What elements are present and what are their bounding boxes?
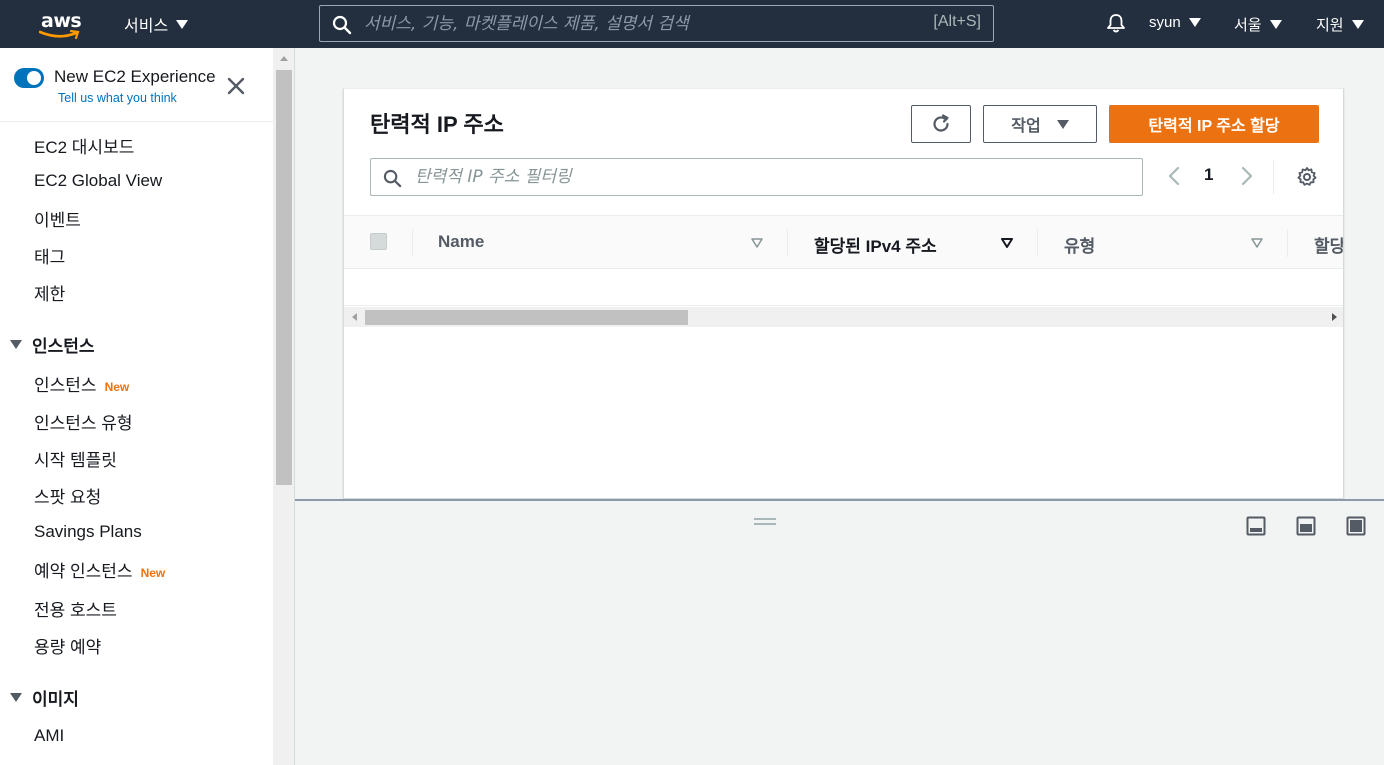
chevron-down-icon (1269, 20, 1282, 29)
page-number[interactable]: 1 (1204, 165, 1213, 185)
chevron-right-icon[interactable] (1239, 165, 1255, 187)
bottom-pane-icon[interactable] (1246, 516, 1266, 536)
table-horizontal-scrollbar[interactable] (344, 307, 1343, 327)
sidebar-section-images[interactable]: 이미지 (10, 685, 79, 710)
split-pane-divider (295, 499, 1384, 501)
sidebar-item-global-view[interactable]: EC2 Global View (34, 171, 162, 191)
column-divider (412, 229, 413, 257)
new-experience-title: New EC2 Experience (54, 67, 216, 86)
aws-logo[interactable]: aws (38, 9, 84, 41)
full-pane-icon[interactable] (1346, 516, 1366, 536)
sidebar-item-instance-types[interactable]: 인스턴스 유형 (34, 409, 133, 434)
top-navigation: aws 서비스 [Alt+S] syun 서울 지원 (0, 0, 1384, 48)
search-icon (332, 15, 352, 35)
chevron-down-icon (1056, 119, 1069, 129)
region-menu[interactable]: 서울 (1234, 14, 1282, 35)
services-menu[interactable]: 서비스 (124, 12, 189, 36)
close-icon[interactable] (226, 76, 246, 96)
new-experience-banner: New EC2 Experience Tell us what you thin… (0, 48, 273, 122)
table-header: Name 할당된 IPv4 주소 유형 할당 (344, 215, 1343, 269)
chevron-left-icon[interactable] (1166, 165, 1182, 187)
search-icon (383, 169, 402, 188)
region-label: 서울 (1234, 17, 1262, 34)
table-row (344, 269, 1343, 306)
support-menu[interactable]: 지원 (1316, 14, 1364, 35)
divider (1273, 160, 1274, 194)
elastic-ip-panel: 탄력적 IP 주소 작업 탄력적 IP 주소 할당 1 Name (343, 88, 1344, 499)
chevron-down-icon (1351, 20, 1364, 29)
user-label: syun (1149, 14, 1181, 31)
column-divider (1287, 229, 1288, 257)
sidebar-item-ami[interactable]: AMI (34, 726, 64, 746)
caret-down-icon (10, 693, 22, 702)
column-header-allocated[interactable]: 할당 (1314, 232, 1343, 257)
select-all-checkbox[interactable] (370, 233, 387, 250)
refresh-icon (933, 114, 949, 132)
column-header-name[interactable]: Name (438, 232, 484, 252)
new-experience-toggle[interactable] (14, 68, 44, 88)
aws-logo-text: aws (41, 10, 82, 32)
sidebar-item-ec2-dashboard[interactable]: EC2 대시보드 (34, 133, 134, 158)
services-label: 서비스 (124, 18, 169, 35)
actions-label: 작업 (1011, 118, 1041, 135)
allocate-label: 탄력적 IP 주소 할당 (1148, 118, 1280, 135)
sidebar-item-label: 인스턴스 (34, 376, 97, 395)
split-pane-icon[interactable] (1296, 516, 1316, 536)
split-pane-handle[interactable] (754, 518, 776, 525)
sort-icon[interactable] (751, 238, 763, 248)
global-search-input[interactable] (364, 12, 904, 36)
page-title: 탄력적 IP 주소 (370, 112, 504, 137)
sidebar-item-savings-plans[interactable]: Savings Plans (34, 522, 142, 542)
sidebar-item-events[interactable]: 이벤트 (34, 206, 81, 231)
sidebar-scrollbar[interactable] (273, 48, 295, 765)
global-search[interactable]: [Alt+S] (319, 5, 994, 42)
caret-down-icon (10, 340, 22, 349)
column-divider (787, 229, 788, 257)
filter-input[interactable] (415, 166, 1115, 188)
column-header-type[interactable]: 유형 (1064, 232, 1095, 257)
section-title: 이미지 (32, 690, 79, 709)
feedback-link[interactable]: Tell us what you think (58, 91, 177, 105)
scroll-right-arrow[interactable] (1332, 313, 1337, 321)
sort-icon[interactable] (1001, 238, 1013, 248)
new-badge: New (140, 566, 166, 580)
chevron-down-icon (176, 19, 189, 29)
aws-smile-icon (39, 30, 80, 40)
scroll-up-arrow[interactable] (280, 56, 288, 61)
sidebar-item-capacity-reservations[interactable]: 용량 예약 (34, 633, 101, 658)
sort-icon[interactable] (1251, 238, 1263, 248)
sidebar-item-launch-templates[interactable]: 시작 템플릿 (34, 446, 117, 471)
notifications-button[interactable] (1105, 12, 1127, 39)
column-divider (1037, 229, 1038, 257)
toggle-knob (27, 71, 41, 85)
sidebar-item-reserved-instances[interactable]: 예약 인스턴스 New (34, 557, 165, 582)
column-header-ipv4[interactable]: 할당된 IPv4 주소 (814, 232, 937, 257)
sidebar: New EC2 Experience Tell us what you thin… (0, 48, 273, 765)
filter-box[interactable] (370, 158, 1143, 196)
sidebar-item-dedicated-hosts[interactable]: 전용 호스트 (34, 596, 117, 621)
scrollbar-thumb[interactable] (276, 70, 292, 485)
actions-dropdown[interactable]: 작업 (983, 105, 1097, 143)
sidebar-item-label: 예약 인스턴스 (34, 562, 133, 581)
user-menu[interactable]: syun (1149, 14, 1201, 31)
support-label: 지원 (1316, 17, 1344, 34)
refresh-button[interactable] (911, 105, 971, 143)
chevron-down-icon (1188, 18, 1201, 27)
sidebar-item-spot-requests[interactable]: 스팟 요청 (34, 483, 101, 508)
new-badge: New (104, 380, 130, 394)
scroll-left-arrow[interactable] (352, 313, 357, 321)
sidebar-item-instances[interactable]: 인스턴스 New (34, 371, 129, 396)
gear-icon[interactable] (1296, 166, 1318, 188)
sidebar-section-instances[interactable]: 인스턴스 (10, 332, 95, 357)
sidebar-item-limits[interactable]: 제한 (34, 280, 65, 305)
bell-icon (1107, 14, 1125, 33)
sidebar-item-tags[interactable]: 태그 (34, 243, 65, 268)
scrollbar-thumb[interactable] (365, 310, 688, 325)
search-shortcut: [Alt+S] (933, 13, 981, 30)
section-title: 인스턴스 (32, 337, 95, 356)
allocate-ip-button[interactable]: 탄력적 IP 주소 할당 (1109, 105, 1319, 143)
